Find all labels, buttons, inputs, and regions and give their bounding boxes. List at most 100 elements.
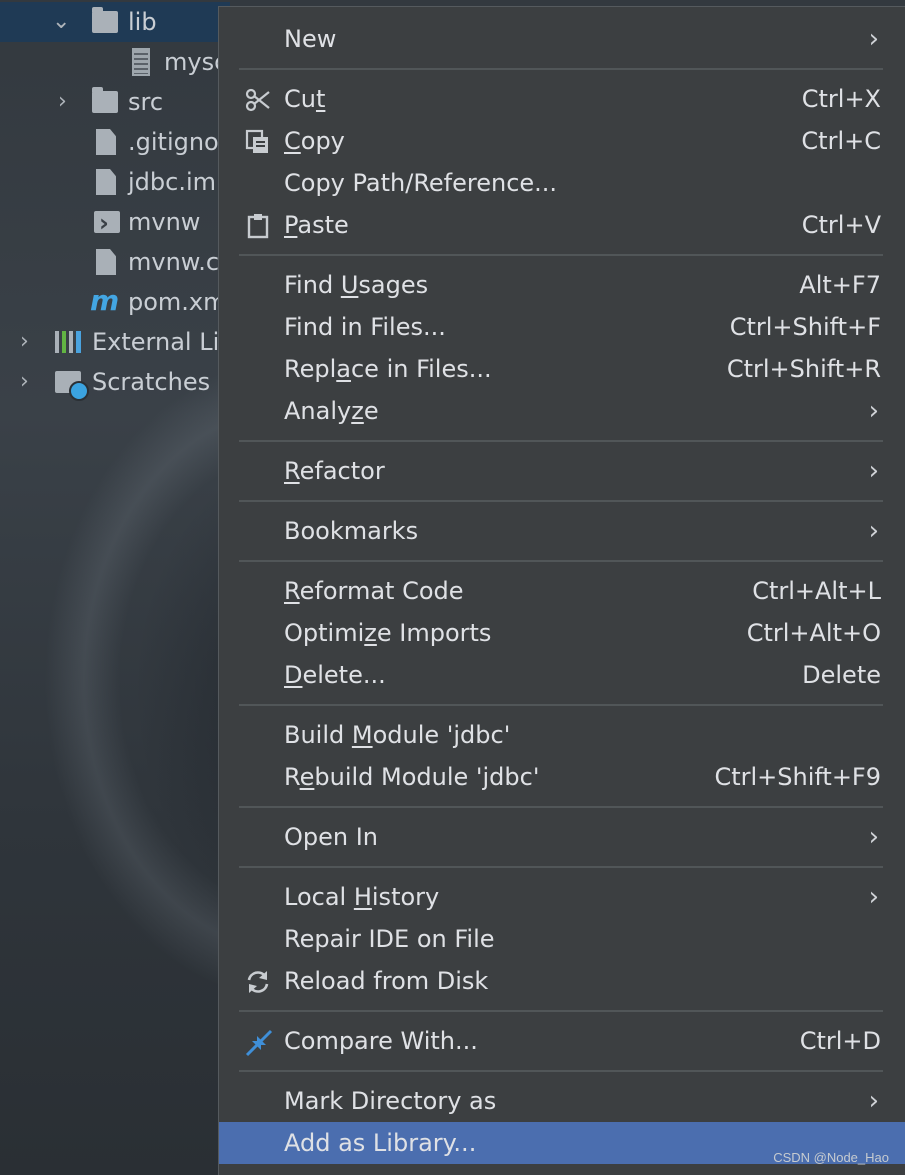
external-libraries-icon xyxy=(55,331,81,353)
submenu-arrow-icon: › xyxy=(868,24,879,54)
menu-item-label: Reload from Disk xyxy=(284,967,489,995)
compare-icon xyxy=(245,1029,273,1057)
reload-icon xyxy=(245,969,271,993)
menu-item-label: Open In xyxy=(284,823,379,851)
menu-item-shortcut: Ctrl+C xyxy=(801,127,881,155)
tree-item-mvnw-cmd[interactable]: mvnw.cı xyxy=(0,242,230,282)
menu-item-label: Analyze xyxy=(284,397,379,425)
menu-item-reformat-code[interactable]: Reformat Code Ctrl+Alt+L xyxy=(219,570,905,612)
menu-separator xyxy=(239,1070,883,1072)
tree-item-label: lib xyxy=(128,8,157,36)
chevron-right-icon[interactable]: › xyxy=(58,82,67,122)
menu-item-optimize-imports[interactable]: Optimize Imports Ctrl+Alt+O xyxy=(219,612,905,654)
tree-item-src[interactable]: › src xyxy=(0,82,230,122)
archive-file-icon xyxy=(132,48,150,76)
module-file-icon xyxy=(96,169,116,195)
menu-item-shortcut: Ctrl+Shift+F9 xyxy=(714,763,881,791)
menu-separator xyxy=(239,500,883,502)
submenu-arrow-icon: › xyxy=(868,882,879,912)
context-menu: New › Cut Ctrl+X Copy Ctrl+C Copy Path/R… xyxy=(218,6,905,1175)
menu-item-label: Local History xyxy=(284,883,440,911)
folder-icon xyxy=(92,87,118,113)
tree-item-label: mvnw xyxy=(128,208,201,236)
menu-item-local-history[interactable]: Local History › xyxy=(219,876,905,918)
tree-item-gitignore[interactable]: .gitignor xyxy=(0,122,230,162)
tree-item-label: mvnw.cı xyxy=(128,248,226,276)
menu-separator xyxy=(239,1010,883,1012)
clipboard-icon xyxy=(245,213,271,239)
menu-item-find-usages[interactable]: Find Usages Alt+F7 xyxy=(219,264,905,306)
menu-item-label: Rebuild Module 'jdbc' xyxy=(284,763,540,791)
tree-item-label: jdbc.iml xyxy=(128,168,223,196)
tree-item-mvnw[interactable]: mvnw xyxy=(0,202,230,243)
menu-item-bookmarks[interactable]: Bookmarks › xyxy=(219,510,905,552)
menu-item-reload-from-disk[interactable]: Reload from Disk xyxy=(219,960,905,1002)
menu-item-label: Cut xyxy=(284,85,326,113)
menu-item-refactor[interactable]: Refactor › xyxy=(219,450,905,492)
menu-item-replace-in-files[interactable]: Replace in Files... Ctrl+Shift+R xyxy=(219,348,905,390)
menu-item-copy[interactable]: Copy Ctrl+C xyxy=(219,120,905,162)
menu-item-label: Compare With... xyxy=(284,1027,478,1055)
tree-item-scratches[interactable]: › Scratches a xyxy=(0,362,233,402)
copy-icon xyxy=(245,129,271,153)
menu-item-label: Mark Directory as xyxy=(284,1087,497,1115)
submenu-arrow-icon: › xyxy=(868,456,879,486)
tree-item-lib[interactable]: ⌄ lib xyxy=(0,2,230,42)
menu-item-analyze[interactable]: Analyze › xyxy=(219,390,905,432)
menu-item-shortcut: Delete xyxy=(802,661,881,689)
menu-item-shortcut: Alt+F7 xyxy=(799,271,881,299)
menu-item-open-in[interactable]: Open In › xyxy=(219,816,905,858)
tree-item-mysql-jar[interactable]: mysc xyxy=(0,42,230,82)
menu-item-rebuild-module[interactable]: Rebuild Module 'jdbc' Ctrl+Shift+F9 xyxy=(219,756,905,798)
tree-item-label: .gitignor xyxy=(128,128,229,156)
menu-item-build-module[interactable]: Build Module 'jdbc' xyxy=(219,714,905,756)
menu-item-label: Find Usages xyxy=(284,271,429,299)
submenu-arrow-icon: › xyxy=(868,396,879,426)
tree-item-label: pom.xm xyxy=(128,288,227,316)
menu-item-mark-directory-as[interactable]: Mark Directory as › xyxy=(219,1080,905,1122)
menu-item-label: Bookmarks xyxy=(284,517,419,545)
menu-item-shortcut: Ctrl+Shift+F xyxy=(729,313,881,341)
menu-item-new[interactable]: New › xyxy=(219,18,905,60)
tree-item-jdbc-iml[interactable]: jdbc.iml xyxy=(0,162,230,202)
shell-script-icon xyxy=(94,203,120,243)
menu-item-label: New xyxy=(284,25,337,53)
menu-item-shortcut: Ctrl+X xyxy=(801,85,881,113)
menu-item-label: Optimize Imports xyxy=(284,619,492,647)
menu-separator xyxy=(239,560,883,562)
menu-item-cut[interactable]: Cut Ctrl+X xyxy=(219,78,905,120)
menu-item-compare-with[interactable]: Compare With... Ctrl+D xyxy=(219,1020,905,1062)
submenu-arrow-icon: › xyxy=(868,1086,879,1116)
tree-item-pom[interactable]: m pom.xm xyxy=(0,282,230,322)
menu-item-label: Copy xyxy=(284,127,345,155)
menu-item-label: Build Module 'jdbc' xyxy=(284,721,511,749)
menu-item-label: Reformat Code xyxy=(284,577,464,605)
folder-icon xyxy=(92,7,118,33)
menu-item-shortcut: Ctrl+D xyxy=(799,1027,881,1055)
menu-item-shortcut: Ctrl+V xyxy=(801,211,881,239)
tree-item-label: External Lib xyxy=(92,328,235,356)
tree-item-external-libraries[interactable]: › External Lib xyxy=(0,322,234,362)
menu-item-copy-path[interactable]: Copy Path/Reference... xyxy=(219,162,905,204)
menu-item-label: Copy Path/Reference... xyxy=(284,169,558,197)
ignored-file-icon xyxy=(96,129,116,155)
chevron-down-icon[interactable]: ⌄ xyxy=(52,2,70,42)
menu-item-label: Paste xyxy=(284,211,349,239)
menu-item-repair-ide[interactable]: Repair IDE on File xyxy=(219,918,905,960)
menu-separator xyxy=(239,68,883,70)
chevron-right-icon[interactable]: › xyxy=(20,362,29,402)
menu-item-label: Repair IDE on File xyxy=(284,925,495,953)
menu-item-label: Add as Library... xyxy=(284,1129,477,1157)
menu-separator xyxy=(239,866,883,868)
menu-item-label: Replace in Files... xyxy=(284,355,492,383)
menu-item-label: Delete... xyxy=(284,661,386,689)
menu-item-shortcut: Ctrl+Alt+L xyxy=(752,577,881,605)
menu-item-label: Find in Files... xyxy=(284,313,446,341)
chevron-right-icon[interactable]: › xyxy=(20,322,29,362)
menu-item-paste[interactable]: Paste Ctrl+V xyxy=(219,204,905,246)
tree-item-label: Scratches a xyxy=(92,368,233,396)
menu-item-delete[interactable]: Delete... Delete xyxy=(219,654,905,696)
menu-item-find-in-files[interactable]: Find in Files... Ctrl+Shift+F xyxy=(219,306,905,348)
text-file-icon xyxy=(96,249,116,275)
menu-separator xyxy=(239,704,883,706)
